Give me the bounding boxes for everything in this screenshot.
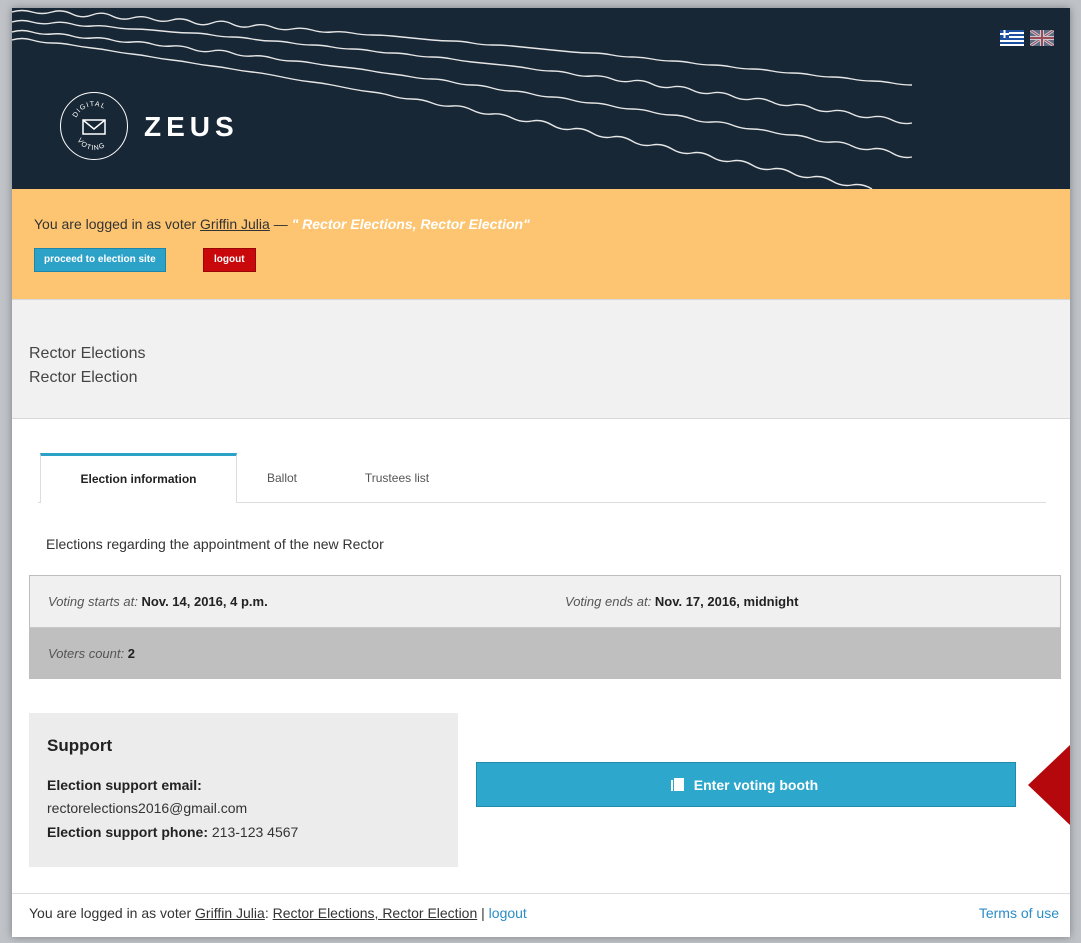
support-phone: Election support phone: 213-123 4567 — [47, 824, 298, 840]
support-email-value: rectorelections2016@gmail.com — [47, 800, 248, 816]
support-email-label: Election support email: — [47, 777, 202, 793]
footer-login-status: You are logged in as voter Griffin Julia… — [29, 905, 527, 921]
support-heading: Support — [47, 736, 113, 755]
terms-of-use-link[interactable]: Terms of use — [979, 905, 1059, 921]
greek-flag-icon[interactable] — [1000, 30, 1024, 46]
voting-end-label: Voting ends at: — [565, 594, 652, 609]
voter-name-link[interactable]: Griffin Julia — [200, 216, 270, 232]
voters-count-value: 2 — [127, 646, 135, 661]
uk-flag-icon[interactable] — [1030, 30, 1054, 46]
election-info-table: Voting starts at: Nov. 14, 2016, 4 p.m. … — [29, 575, 1061, 679]
annotation-arrow — [1028, 745, 1070, 825]
svg-text:DIGITAL: DIGITAL — [72, 101, 107, 119]
voting-period-row: Voting starts at: Nov. 14, 2016, 4 p.m. … — [30, 576, 1060, 628]
election-title: Rector Election — [29, 369, 138, 386]
envelope-icon: DIGITAL VOTING — [72, 101, 107, 152]
voters-count-row: Voters count: 2 — [30, 628, 1060, 678]
logout-button[interactable]: logout — [203, 248, 256, 272]
site-header: DIGITAL VOTING ZEUS — [12, 8, 1070, 189]
login-banner — [12, 189, 1070, 299]
election-group-title: Rector Elections — [29, 345, 146, 362]
footer: You are logged in as voter Griffin Julia… — [12, 893, 1070, 937]
voting-end: Voting ends at: Nov. 17, 2016, midnight — [565, 594, 798, 609]
language-switcher — [1000, 30, 1054, 46]
support-phone-value: 213-123 4567 — [211, 824, 299, 840]
footer-voter-link[interactable]: Griffin Julia — [195, 905, 265, 921]
footer-prefix: You are logged in as voter — [29, 905, 196, 921]
voters-count-label: Voters count: — [48, 646, 125, 661]
support-box: Support Election support email: rectorel… — [29, 713, 458, 867]
voters-count: Voters count: 2 — [48, 646, 135, 661]
zeus-logo-text: ZEUS — [144, 111, 239, 142]
tab-election-information[interactable]: Election information — [40, 453, 237, 503]
banner-election-name: " Rector Elections, Rector Election" — [291, 216, 530, 232]
election-description: Elections regarding the appointment of t… — [46, 536, 384, 552]
login-status-text: You are logged in as voter Griffin Julia… — [34, 216, 530, 232]
footer-colon: : — [264, 905, 273, 921]
election-title-section — [12, 299, 1070, 419]
tab-ballot[interactable]: Ballot — [252, 453, 312, 503]
page-frame: DIGITAL VOTING ZEUS You are logged in as… — [12, 8, 1070, 937]
footer-separator: | — [477, 905, 489, 921]
voting-start: Voting starts at: Nov. 14, 2016, 4 p.m. — [48, 594, 268, 609]
booth-icon — [670, 778, 684, 791]
voting-end-value: Nov. 17, 2016, midnight — [654, 594, 799, 609]
header-wave-decoration — [12, 9, 913, 189]
voting-start-value: Nov. 14, 2016, 4 p.m. — [141, 594, 268, 609]
login-prefix: You are logged in as voter — [34, 216, 201, 232]
support-phone-label: Election support phone: — [47, 824, 208, 840]
footer-election-link[interactable]: Rector Elections, Rector Election — [273, 905, 478, 921]
enter-voting-booth-button[interactable]: Enter voting booth — [476, 762, 1016, 807]
logo-text-digital: DIGITAL — [72, 101, 106, 119]
svg-text:VOTING: VOTING — [76, 137, 107, 152]
proceed-to-election-site-button[interactable]: proceed to election site — [34, 248, 166, 272]
enter-voting-booth-label: Enter voting booth — [693, 776, 819, 793]
tab-trustees-list[interactable]: Trustees list — [342, 453, 452, 503]
voting-start-label: Voting starts at: — [48, 594, 138, 609]
footer-logout-link[interactable]: logout — [489, 905, 527, 921]
zeus-logo-emblem: DIGITAL VOTING — [60, 92, 128, 160]
logo-text-voting: VOTING — [76, 137, 106, 152]
login-separator: — — [269, 216, 292, 232]
